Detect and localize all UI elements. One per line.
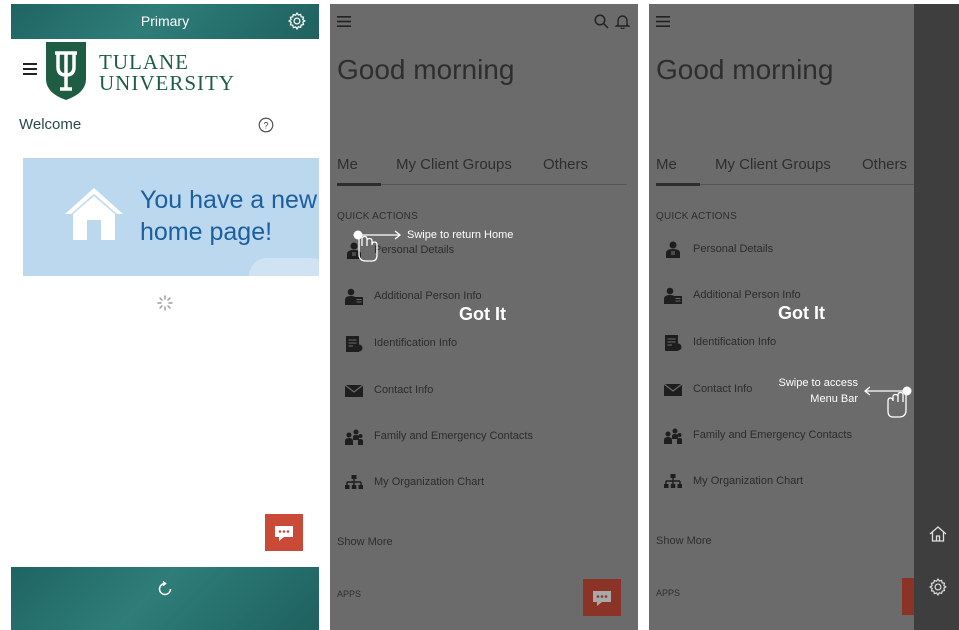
banner-text-line1: You have a new (140, 186, 318, 214)
family-icon (664, 428, 682, 444)
apps-heading: APPS (337, 589, 362, 599)
menu-icon[interactable] (656, 16, 670, 27)
notifications-bell-icon[interactable] (615, 14, 630, 29)
tab-me[interactable]: Me (337, 156, 358, 173)
org-chart-icon (345, 475, 363, 489)
menu-icon[interactable] (23, 63, 37, 75)
tab-my-client-groups[interactable]: My Client Groups (715, 156, 831, 173)
quick-action-label: Family and Emergency Contacts (374, 430, 533, 442)
quick-actions-heading: QUICK ACTIONS (656, 211, 737, 222)
quick-actions-heading: QUICK ACTIONS (337, 211, 418, 222)
banner-text-line2: home page! (140, 218, 273, 246)
refresh-icon[interactable] (156, 580, 174, 598)
quick-action-label: My Organization Chart (693, 475, 804, 487)
quick-action-my-organization-chart[interactable]: My Organization Chart (337, 470, 627, 496)
chat-button[interactable] (583, 579, 621, 616)
show-more-link[interactable]: Show More (656, 535, 712, 547)
home-icon (65, 188, 123, 240)
quick-action-label: Contact Info (374, 384, 434, 396)
home-outline-icon[interactable] (928, 524, 948, 544)
quick-action-label: Additional Person Info (693, 289, 801, 301)
apps-heading: APPS (656, 588, 681, 598)
envelope-icon (663, 383, 683, 396)
new-home-banner: You have a new home page! (23, 158, 319, 276)
cloud-decoration (249, 258, 319, 276)
envelope-icon (344, 384, 364, 397)
chat-icon (593, 591, 611, 606)
quick-action-label: Personal Details (693, 243, 774, 255)
svg-text:?: ? (263, 121, 268, 131)
swipe-hand-icon (863, 386, 912, 418)
swipe-menu-hint-line2: Menu Bar (810, 393, 858, 405)
show-more-link[interactable]: Show More (337, 536, 393, 548)
swipe-hand-icon (353, 230, 402, 262)
page-title: Primary (140, 13, 190, 29)
bottom-bar (11, 567, 319, 630)
tutorial-menu-swipe-panel: Good morning Me My Client Groups Others … (649, 4, 959, 630)
search-icon[interactable] (594, 14, 609, 29)
quick-action-identification-info[interactable]: Identification Info (337, 331, 627, 357)
id-document-icon (665, 335, 682, 351)
menu-icon[interactable] (337, 16, 351, 27)
greeting-heading: Good morning (337, 54, 515, 85)
tutorial-home-swipe-panel: Good morning Me My Client Groups Others … (330, 4, 638, 630)
quick-action-family-emergency-contacts[interactable]: Family and Emergency Contacts (337, 424, 627, 450)
side-menu-rail[interactable] (914, 4, 959, 630)
family-icon (345, 429, 363, 445)
welcome-heading: Welcome (19, 116, 82, 133)
got-it-button[interactable]: Got It (459, 304, 506, 325)
tab-selected-indicator (337, 183, 381, 186)
tab-selected-indicator (656, 183, 700, 186)
help-icon[interactable]: ? (258, 117, 274, 133)
quick-action-label: Additional Person Info (374, 290, 482, 302)
chat-button[interactable] (265, 514, 303, 551)
settings-gear-icon[interactable] (928, 577, 948, 597)
quick-action-my-organization-chart[interactable]: My Organization Chart (656, 469, 946, 495)
person-card-icon (664, 287, 682, 304)
got-it-button[interactable]: Got It (778, 303, 825, 324)
tab-others[interactable]: Others (543, 156, 588, 173)
loading-spinner-icon (157, 295, 173, 311)
quick-action-contact-info[interactable]: Contact Info (337, 378, 627, 404)
tulane-shield-logo (46, 42, 86, 100)
brand-name-line2: UNIVERSITY (99, 71, 235, 95)
home-screen-panel: Primary TULANE UNIVERSITY Welcome ? You … (11, 4, 319, 630)
greeting-heading: Good morning (656, 54, 834, 85)
person-card-icon (345, 288, 363, 305)
swipe-menu-hint: Swipe to access Menu Bar (774, 375, 858, 407)
person-icon (666, 241, 680, 258)
top-bar: Primary (11, 4, 319, 39)
swipe-menu-hint-line1: Swipe to access (778, 377, 858, 389)
quick-action-label: Identification Info (693, 336, 777, 348)
chat-icon (275, 526, 293, 541)
id-document-icon (346, 336, 363, 352)
quick-action-label: Family and Emergency Contacts (693, 429, 852, 441)
swipe-home-hint: Swipe to return Home (407, 229, 514, 241)
quick-action-identification-info[interactable]: Identification Info (656, 330, 946, 356)
tab-others[interactable]: Others (862, 156, 907, 173)
tab-me[interactable]: Me (656, 156, 677, 173)
tab-my-client-groups[interactable]: My Client Groups (396, 156, 512, 173)
quick-action-label: Contact Info (693, 383, 753, 395)
settings-gear-icon[interactable] (287, 11, 307, 31)
quick-action-personal-details[interactable]: Personal Details (656, 237, 946, 263)
org-chart-icon (664, 474, 682, 488)
quick-action-label: Identification Info (374, 337, 458, 349)
quick-action-family-emergency-contacts[interactable]: Family and Emergency Contacts (656, 423, 946, 449)
quick-action-label: My Organization Chart (374, 476, 485, 488)
